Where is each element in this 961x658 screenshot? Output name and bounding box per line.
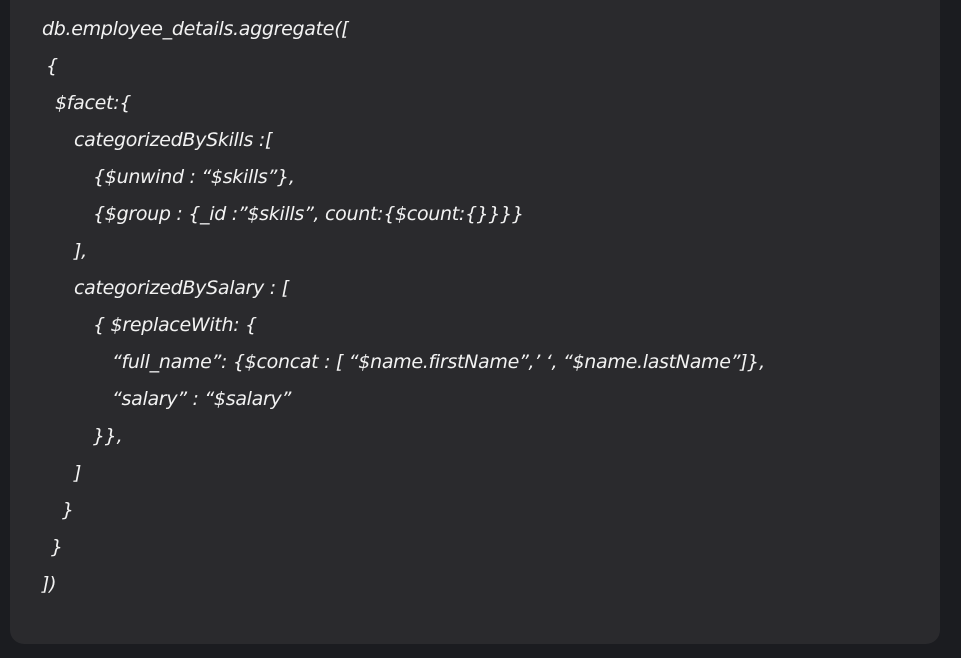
code-line-3: $facet:{ — [55, 92, 132, 114]
code-line-10: “full_name”: {$concat : [ “$name.firstNa… — [112, 351, 765, 373]
code-line-16: ]) — [42, 573, 57, 595]
code-line-14: } — [62, 499, 74, 521]
code-line-1: db.employee_details.aggregate([ — [42, 18, 349, 40]
code-line-5: {$unwind : “$skills”}, — [93, 166, 295, 188]
code-line-11: “salary” : “$salary” — [112, 388, 291, 410]
code-line-13: ] — [74, 462, 82, 484]
code-line-8: categorizedBySalary : [ — [74, 277, 289, 299]
code-line-6: {$group : {_id :”$skills”, count:{$count… — [93, 203, 524, 225]
code-snippet-card: db.employee_details.aggregate([ { $facet… — [10, 0, 940, 644]
code-line-15: } — [51, 536, 63, 558]
code-line-9: { $replaceWith: { — [93, 314, 257, 336]
code-line-2: { — [46, 55, 58, 77]
code-line-4: categorizedBySkills :[ — [74, 129, 273, 151]
code-line-7: ], — [74, 240, 87, 262]
code-line-12: }}, — [93, 425, 123, 447]
